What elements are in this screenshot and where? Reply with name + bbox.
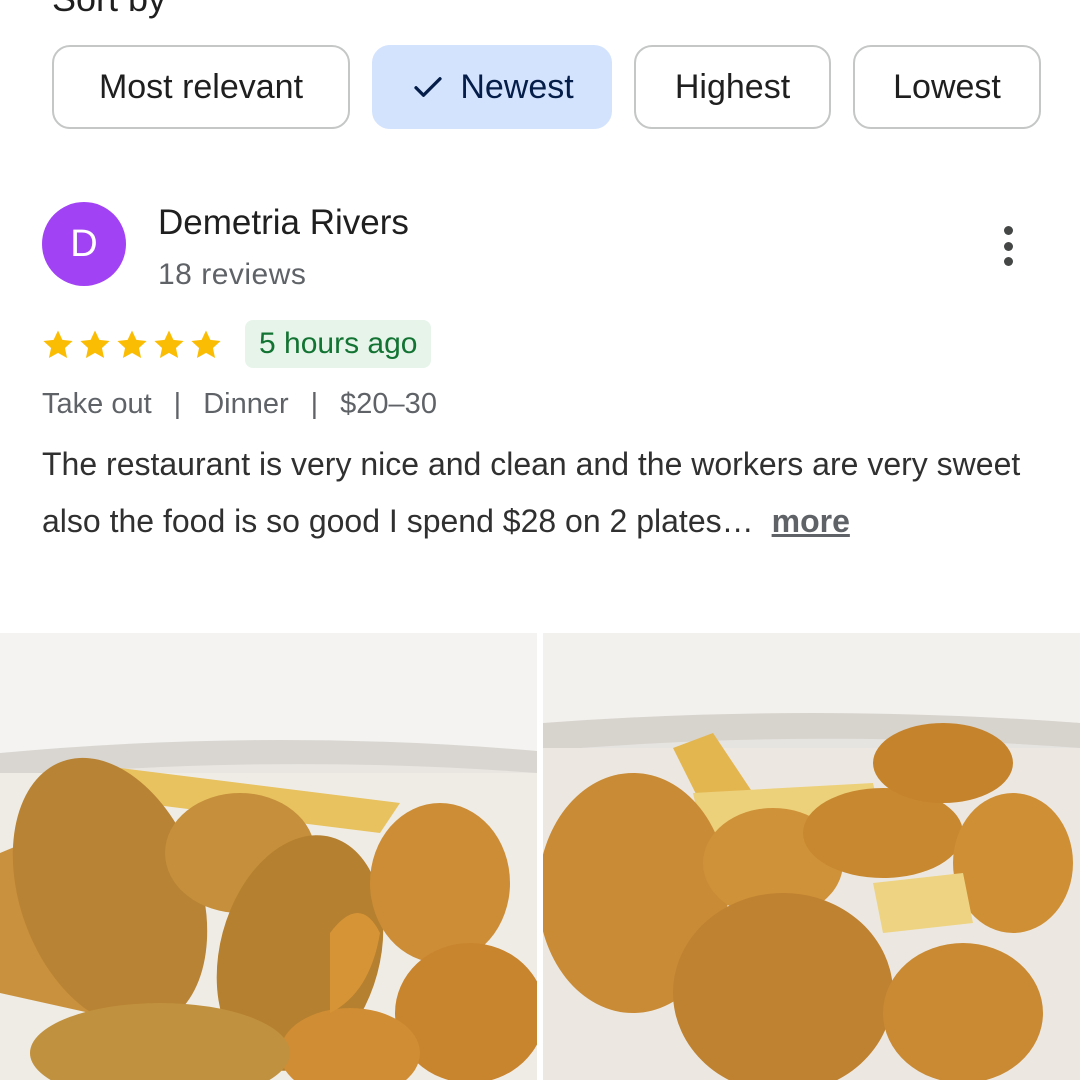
star-icon	[154, 330, 184, 359]
reviewer-review-count: 18 reviews	[158, 258, 307, 291]
menu-dot	[1003, 226, 1013, 235]
sort-chip-most-relevant[interactable]: Most relevant	[52, 45, 350, 129]
sort-chip-label: Lowest	[893, 67, 1001, 106]
service-type: Take out	[42, 388, 152, 420]
menu-dot	[1003, 241, 1013, 251]
meal-type: Dinner	[203, 388, 289, 420]
time-ago-badge: 5 hours ago	[245, 320, 432, 368]
more-link[interactable]: more	[772, 503, 850, 539]
meta-separator: |	[310, 388, 319, 420]
food-photo-image	[0, 633, 537, 1080]
review-text: The restaurant is very nice and clean an…	[42, 436, 1032, 550]
sort-chip-label: Highest	[674, 67, 791, 106]
review-body: The restaurant is very nice and clean an…	[42, 446, 1021, 539]
meta-separator: |	[173, 388, 182, 420]
sort-chip-label: Most relevant	[98, 67, 304, 106]
avatar[interactable]: D	[42, 202, 126, 286]
review-photo[interactable]	[0, 633, 537, 1080]
star-icon	[43, 330, 73, 359]
reviewer-name[interactable]: Demetria Rivers	[158, 203, 409, 243]
price-range: $20–30	[340, 388, 437, 420]
star-icon	[80, 330, 110, 359]
check-icon	[414, 77, 442, 97]
review-photos	[0, 633, 1080, 1080]
sort-chip-highest[interactable]: Highest	[634, 45, 831, 129]
sort-chip-label: Newest	[460, 67, 574, 106]
sort-chip-newest[interactable]: Newest	[372, 45, 612, 129]
star-rating	[41, 328, 223, 362]
review-photo[interactable]	[543, 633, 1080, 1080]
sort-by-title: Sort by	[52, 0, 166, 20]
sort-chips: Most relevant Newest Highest Lowest	[52, 45, 1041, 129]
star-icon	[191, 330, 221, 359]
sort-chip-lowest[interactable]: Lowest	[853, 45, 1041, 129]
menu-dot	[1003, 257, 1013, 266]
star-icon	[117, 330, 147, 359]
review-meta: Take out | Dinner | $20–30	[42, 388, 437, 421]
more-vert-icon[interactable]	[988, 222, 1028, 270]
food-photo-image	[543, 633, 1080, 1080]
